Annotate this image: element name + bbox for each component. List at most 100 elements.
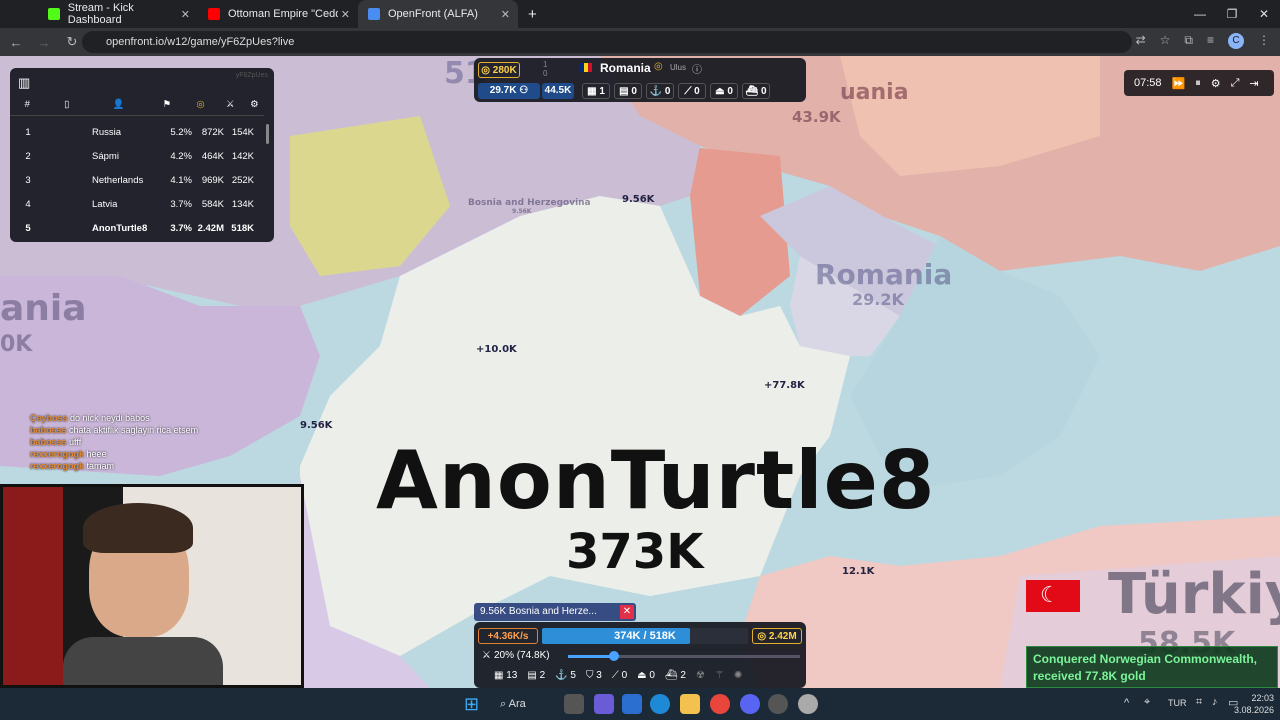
tab-title: OpenFront (ALFA) xyxy=(388,8,478,20)
leaderboard-scrollbar[interactable] xyxy=(266,124,269,144)
new-tab-button[interactable]: + xyxy=(518,0,546,28)
forward-icon[interactable]: → xyxy=(32,35,56,50)
player-name-overlay: AnonTurtle8 xyxy=(376,434,936,527)
gold-header-icon[interactable]: ◎ xyxy=(185,99,216,110)
volume-icon[interactable]: ♪ xyxy=(1212,696,1218,708)
close-icon[interactable]: ✕ xyxy=(181,8,190,21)
tab-kick-dashboard[interactable]: Stream - Kick Dashboard ✕ xyxy=(38,0,198,28)
task-view-icon[interactable] xyxy=(564,694,584,714)
tab-openfront[interactable]: OpenFront (ALFA) ✕ xyxy=(358,0,518,28)
leaderboard-row[interactable]: 3 Netherlands 4.1% 969K 252K xyxy=(10,168,264,192)
leaderboard-chart-icon[interactable]: ▥ xyxy=(18,75,30,91)
tab-menu-button[interactable] xyxy=(0,0,20,28)
leaderboard-row[interactable]: 2 Sápmi 4.2% 464K 142K xyxy=(10,144,264,168)
warship-count: ⛴ 0 xyxy=(742,83,770,99)
extensions-icon[interactable]: ⧉ xyxy=(1184,33,1193,49)
fast-forward-icon[interactable]: ⏩ xyxy=(1172,77,1186,90)
clock[interactable]: 22:03 3.08.2026 xyxy=(1230,692,1274,716)
notification-toast: Conquered Norwegian Commonwealth, receiv… xyxy=(1026,646,1278,688)
build-missile-button[interactable]: ⟋ 0 xyxy=(612,670,627,681)
build-city-button[interactable]: ▦ 13 xyxy=(494,670,517,681)
outgoing-attack[interactable]: 9.56K Bosnia and Herze... ✕ xyxy=(474,603,636,621)
language-indicator[interactable]: TUR xyxy=(1168,698,1187,708)
build-port-button[interactable]: ⚓ 5 xyxy=(555,670,576,681)
game-map[interactable]: 5 1 uania 43.9K Romania 29.2K ania 0K Bos… xyxy=(0,56,1280,688)
hydrogen-bomb-icon[interactable]: ✺ xyxy=(734,670,742,681)
row-troops: 252K xyxy=(231,174,254,186)
row-gold: 969K xyxy=(201,174,224,186)
taskbar: ⊞ ⌕ Ara ^ ⌖ TUR ⌗ ♪ ▭ 22:03 3.08.2026 xyxy=(0,688,1280,720)
store-icon[interactable] xyxy=(622,694,642,714)
gold-pill: ◎ 280K xyxy=(478,62,520,78)
chrome-icon[interactable] xyxy=(710,694,730,714)
map-label-lithuania-troops: 43.9K xyxy=(792,108,841,126)
leaderboard-row[interactable]: 4 Latvia 3.7% 584K 134K xyxy=(10,192,264,216)
toast-line: received 77.8K gold xyxy=(1033,669,1146,683)
close-window-icon[interactable]: ✕ xyxy=(1248,0,1280,28)
menu-kebab-icon[interactable]: ⋮ xyxy=(1258,33,1270,49)
build-silo-button[interactable]: ⏏ 0 xyxy=(637,670,655,681)
fullscreen-icon[interactable]: ⤢ xyxy=(1231,77,1240,90)
atom-bomb-icon[interactable]: ☢ xyxy=(696,670,705,681)
row-land: 4.2% xyxy=(170,150,192,162)
exit-icon[interactable]: ⇥ xyxy=(1249,77,1258,90)
land-percent-header-icon[interactable]: ⚑ xyxy=(149,99,186,110)
attack-ratio-slider[interactable] xyxy=(568,651,800,661)
settings-icon[interactable]: ⚙ xyxy=(245,99,264,110)
taskbar-search[interactable]: ⌕ Ara xyxy=(500,694,560,714)
gold-rate-pill: 44.5K xyxy=(542,83,574,99)
troops-header-icon[interactable]: ⚔ xyxy=(216,99,245,110)
url-input[interactable]: openfront.io/w12/game/yF6ZpUes?live xyxy=(82,31,1132,53)
leaderboard-row-self[interactable]: 5 AnonTurtle8 3.7% 2.42M 518K xyxy=(10,216,264,240)
pause-icon[interactable]: ⏸ xyxy=(1195,77,1201,90)
restore-icon[interactable]: ❐ xyxy=(1216,0,1248,28)
bookmark-star-icon[interactable]: ☆ xyxy=(1160,33,1171,49)
attack-label: +10.0K xyxy=(476,344,517,355)
reading-list-icon[interactable]: ≡ xyxy=(1207,33,1214,49)
row-land: 3.7% xyxy=(170,198,192,210)
mirv-icon[interactable]: ⚚ xyxy=(715,670,724,681)
steam-icon[interactable] xyxy=(768,694,788,714)
browser-tab-strip: Stream - Kick Dashboard ✕ Ottoman Empire… xyxy=(0,0,1280,28)
build-warship-button[interactable]: ⛴ 2 xyxy=(665,670,686,681)
player-header-icon[interactable]: 👤 xyxy=(89,99,149,110)
slider-handle[interactable] xyxy=(609,651,620,661)
leaderboard-row[interactable]: 1 Russia 5.2% 872K 154K xyxy=(10,120,264,144)
troops-pill: 29.7K ⚇ xyxy=(478,83,540,99)
tray-chevron-icon[interactable]: ^ xyxy=(1124,697,1129,709)
tab-youtube[interactable]: Ottoman Empire "Ceddin D ✕ xyxy=(198,0,358,28)
control-panel: +4.36K/s 374K / 518K ◎ 2.42M ⚔ 20% (74.8… xyxy=(474,622,806,688)
file-explorer-icon[interactable] xyxy=(680,694,700,714)
attack-label: 9.56K xyxy=(300,420,333,431)
cancel-attack-icon[interactable]: ✕ xyxy=(620,605,634,619)
windows-start-icon[interactable]: ⊞ xyxy=(464,694,479,715)
map-label-left-troops: 0K xyxy=(0,332,33,357)
back-icon[interactable]: ← xyxy=(4,35,28,50)
build-defense-button[interactable]: ⛉ 3 xyxy=(586,670,602,681)
rank-header[interactable]: # xyxy=(10,99,45,110)
build-factory-button[interactable]: ▤ 2 xyxy=(527,670,545,681)
profile-avatar[interactable]: C xyxy=(1228,33,1244,49)
troop-bar: 374K / 518K xyxy=(542,628,748,644)
attack-text: 9.56K Bosnia and Herze... xyxy=(480,606,597,617)
gold-total: ◎ 2.42M xyxy=(752,628,802,644)
close-icon[interactable]: ✕ xyxy=(341,8,350,21)
translate-icon[interactable]: ⇄ xyxy=(1136,33,1146,49)
minimize-icon[interactable]: — xyxy=(1184,0,1216,28)
chat-line: babosss chata aktiflik saglayin rica ets… xyxy=(30,425,199,435)
network-icon[interactable]: ⌗ xyxy=(1196,696,1202,709)
player-info-bar: ◎ 280K 1 0 Romania ◎ Ulus ⓘ 29.7K ⚇ 44.5… xyxy=(474,58,806,102)
land-header-icon[interactable]: ▯ xyxy=(45,99,89,110)
close-icon[interactable]: ✕ xyxy=(501,8,510,21)
location-icon[interactable]: ⌖ xyxy=(1144,696,1150,709)
settings-icon[interactable]: ⚙ xyxy=(1211,77,1221,90)
leaderboard-panel: ▥ yF6ZpUes # ▯ 👤 ⚑ ◎ ⚔ ⚙ 1 Russia 5.2% 8… xyxy=(10,68,274,242)
edge-icon[interactable] xyxy=(650,694,670,714)
discord-icon[interactable] xyxy=(740,694,760,714)
toast-line: Conquered Norwegian Commonwealth, xyxy=(1033,652,1258,666)
copilot-icon[interactable] xyxy=(594,694,614,714)
obs-icon[interactable] xyxy=(798,694,818,714)
chat-line: babosss ufff xyxy=(30,437,82,447)
reload-icon[interactable]: ↻ xyxy=(60,34,84,50)
info-icon[interactable]: ⓘ xyxy=(692,61,702,76)
